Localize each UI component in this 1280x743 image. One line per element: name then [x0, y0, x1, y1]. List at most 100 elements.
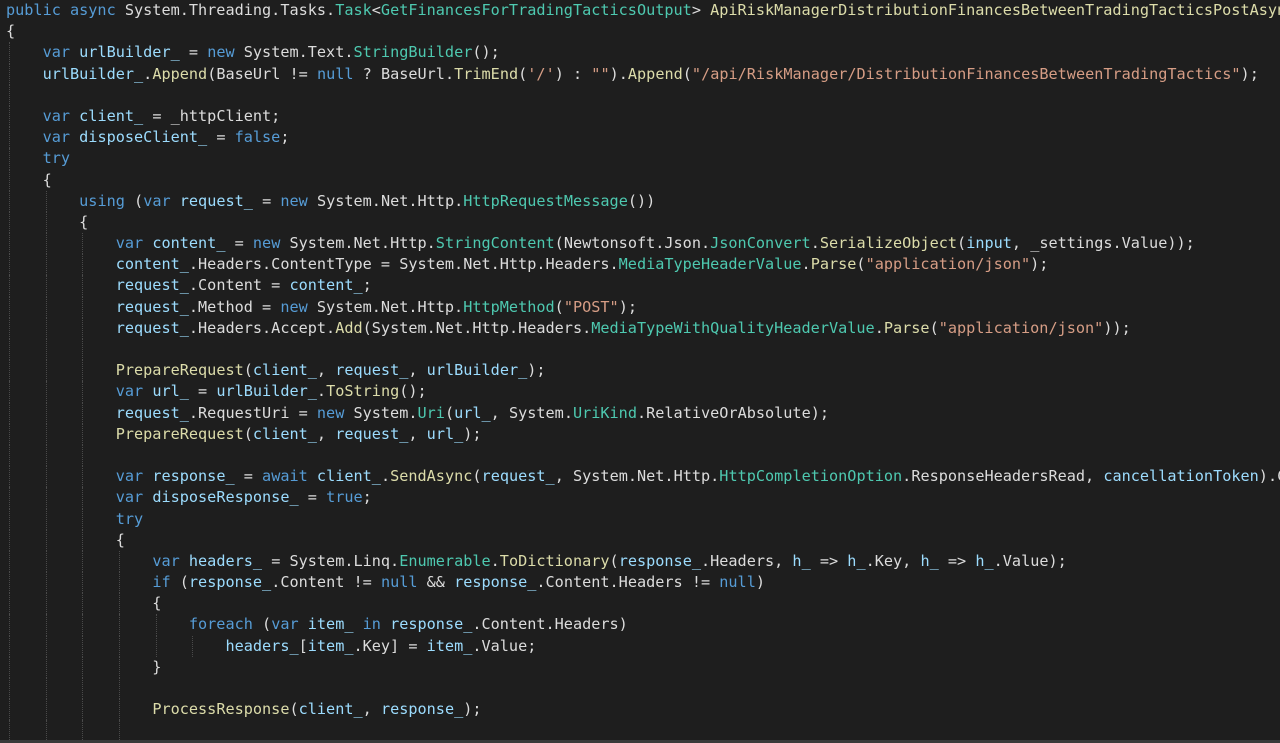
code-token: ( [179, 573, 189, 592]
code-token: = _httpClient; [143, 106, 281, 125]
code-line[interactable]: var disposeClient_ = false; [0, 127, 1280, 149]
code-token: => [938, 551, 976, 570]
code-line[interactable]: request_.Content = content_; [0, 275, 1280, 297]
code-line[interactable]: { [0, 169, 1280, 191]
code-line[interactable]: try [0, 508, 1280, 530]
code-token: "/api/RiskManager/DistributionFinancesBe… [691, 64, 1241, 83]
indent-guide [45, 360, 47, 382]
code-token: new [316, 403, 354, 422]
code-line[interactable]: var client_ = _httpClient; [0, 105, 1280, 128]
code-token: response_ [188, 573, 272, 592]
code-area[interactable]: public async System.Threading.Tasks.Task… [0, 0, 1280, 742]
code-token: client_ [252, 361, 317, 380]
code-line[interactable] [0, 720, 1280, 742]
code-token: ( [554, 297, 564, 316]
code-token: var [152, 551, 189, 570]
code-token: . [801, 255, 811, 274]
code-line[interactable] [0, 84, 1280, 106]
code-token: ()) [627, 191, 656, 210]
code-line[interactable]: var response_ = await client_.SendAsync(… [0, 466, 1280, 488]
code-line[interactable]: var url_ = urlBuilder_.ToString(); [0, 381, 1280, 403]
code-token: } [6, 657, 162, 676]
code-line[interactable]: headers_[item_.Key] = item_.Value; [0, 635, 1280, 657]
indent-guide [45, 529, 47, 551]
code-token: = [179, 43, 208, 62]
code-token: url_ [454, 403, 491, 422]
code-token: foreach [188, 615, 263, 634]
code-token: disposeClient_ [79, 128, 208, 147]
code-token: null [719, 573, 756, 592]
code-line[interactable]: var disposeResponse_ = true; [0, 487, 1280, 509]
code-token: . [316, 382, 327, 401]
code-token: response_ [618, 551, 701, 570]
code-line[interactable]: PrepareRequest(client_, request_, urlBui… [0, 360, 1280, 382]
indent-guide [9, 105, 10, 128]
code-line[interactable]: { [0, 21, 1280, 42]
code-token: StringBuilder [353, 43, 473, 62]
code-token: ) : [554, 64, 592, 83]
code-token: response_ [390, 615, 473, 634]
indent-guide [82, 572, 84, 594]
code-line[interactable]: public async System.Threading.Tasks.Task… [0, 0, 1280, 21]
code-token: ); [463, 424, 482, 443]
code-line[interactable]: if (response_.Content != null && respons… [0, 572, 1280, 594]
code-token: request_ [335, 361, 409, 380]
code-line[interactable]: ProcessResponse(client_, response_); [0, 699, 1280, 721]
indent-guide [82, 381, 84, 403]
code-line[interactable]: request_.Method = new System.Net.Http.Ht… [0, 296, 1280, 318]
code-editor[interactable]: public async System.Threading.Tasks.Task… [0, 0, 1280, 743]
indent-guide [45, 720, 47, 742]
code-line[interactable]: PrepareRequest(client_, request_, url_); [0, 423, 1280, 445]
indent-guide [82, 275, 84, 297]
code-token: = [298, 488, 327, 507]
code-line[interactable]: } [0, 656, 1280, 678]
code-token: < [371, 1, 381, 19]
code-token: , [408, 361, 427, 380]
indent-guide [9, 423, 10, 445]
code-token: { [6, 212, 89, 231]
code-token: UriKind [572, 403, 637, 422]
code-token: Parse [810, 255, 857, 274]
code-token: ( [856, 255, 866, 274]
indent-guide [82, 402, 84, 424]
code-line[interactable]: foreach (var item_ in response_.Content.… [0, 614, 1280, 636]
code-line[interactable]: var headers_ = System.Linq.Enumerable.To… [0, 550, 1280, 573]
code-line[interactable] [0, 678, 1280, 700]
code-token: client_ [79, 106, 144, 125]
code-token: ( [243, 361, 253, 380]
indent-guide [9, 720, 10, 742]
code-token: headers_ [188, 551, 263, 570]
code-token: .RequestUri = [188, 403, 317, 422]
code-line[interactable]: using (var request_ = new System.Net.Htt… [0, 190, 1280, 212]
code-line[interactable]: { [0, 593, 1280, 615]
code-token: request_ [115, 403, 189, 422]
code-line[interactable]: request_.RequestUri = new System.Uri(url… [0, 402, 1280, 424]
code-line[interactable] [0, 444, 1280, 467]
code-token: request_ [481, 467, 555, 486]
code-line[interactable]: { [0, 529, 1280, 551]
indent-guide [45, 699, 47, 721]
code-line[interactable]: urlBuilder_.Append(BaseUrl != null ? Bas… [0, 63, 1280, 85]
code-line[interactable]: request_.Headers.Accept.Add(System.Net.H… [0, 317, 1280, 339]
code-token: url_ [426, 424, 464, 443]
indent-guide [118, 550, 120, 573]
code-line[interactable]: try [0, 148, 1280, 170]
code-token: . [810, 234, 820, 253]
code-line[interactable] [0, 339, 1280, 361]
code-line[interactable]: { [0, 211, 1280, 234]
code-line[interactable]: var urlBuilder_ = new System.Text.String… [0, 42, 1280, 64]
code-token: .Content.Headers != [536, 573, 720, 592]
indent-guide [82, 635, 84, 657]
code-token: ). [609, 64, 628, 83]
code-token: response_ [380, 700, 464, 719]
code-line[interactable]: content_.Headers.ContentType = System.Ne… [0, 254, 1280, 276]
code-token: = [225, 234, 253, 253]
code-line[interactable]: var content_ = new System.Net.Http.Strin… [0, 233, 1280, 255]
code-token: '/' [527, 64, 555, 83]
indent-guide [9, 529, 10, 551]
code-token: ( [134, 191, 144, 210]
